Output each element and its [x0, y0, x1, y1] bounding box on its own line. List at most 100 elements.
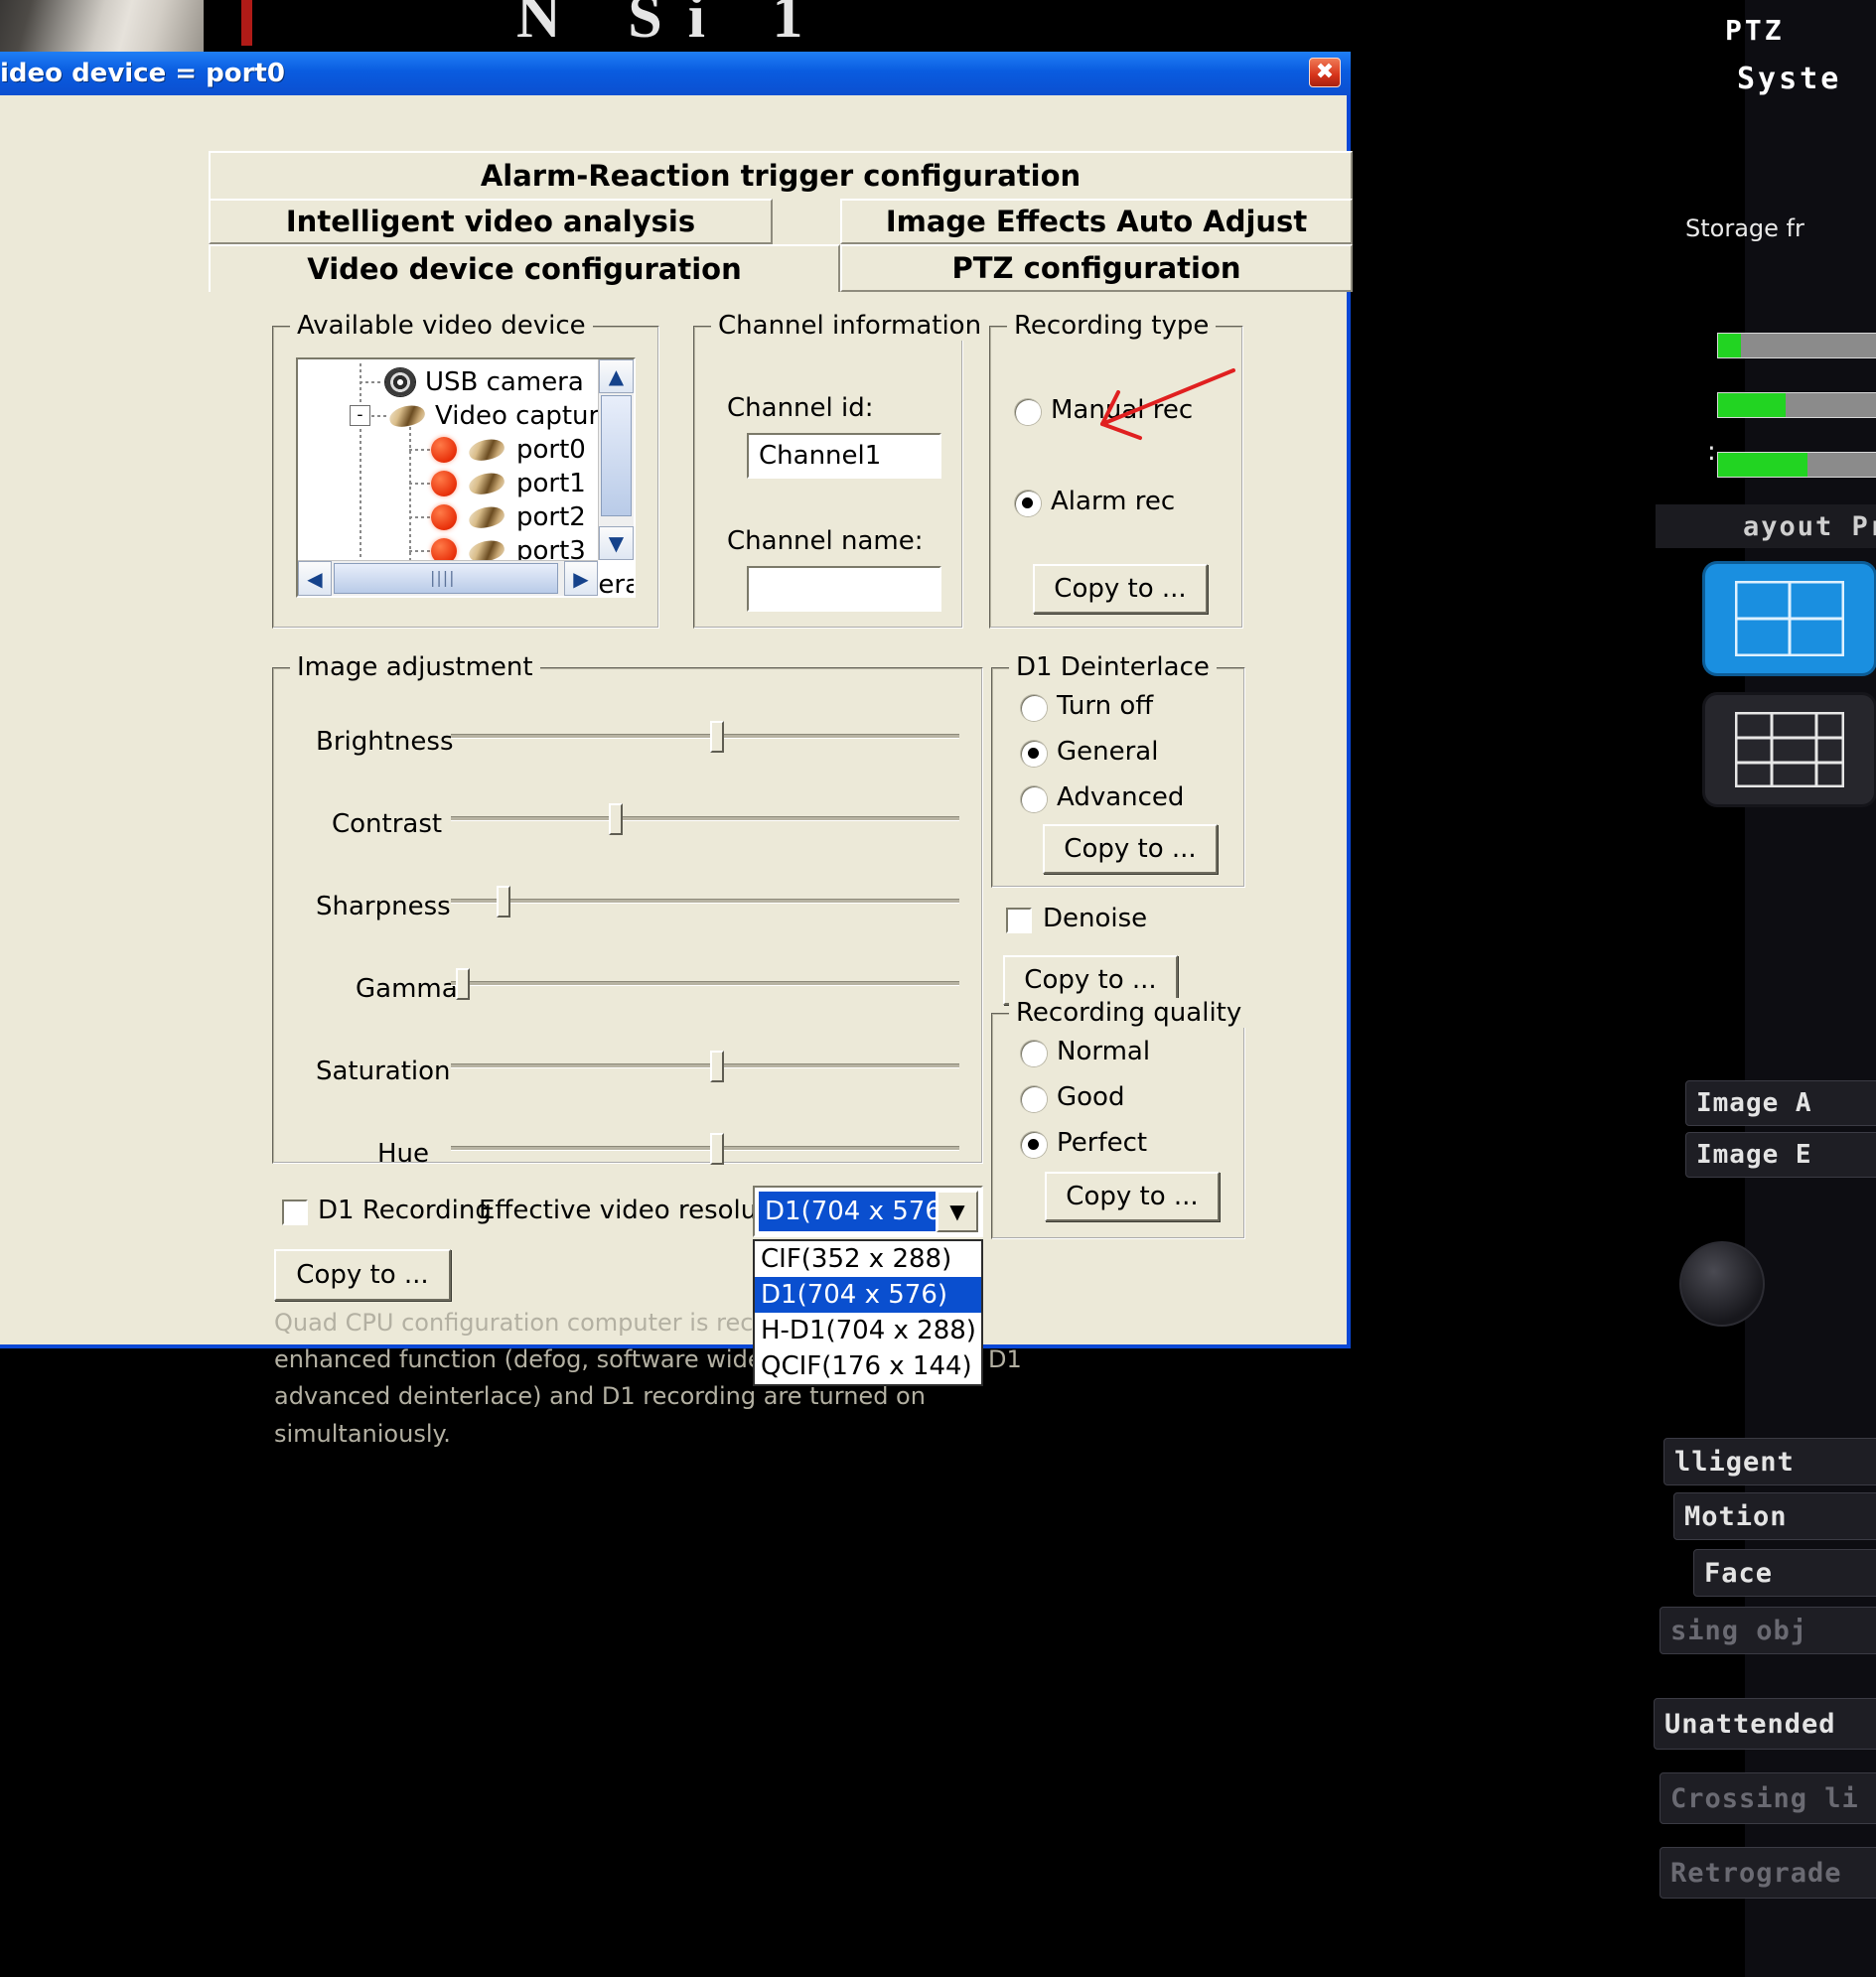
tree-item-label: USB camera: [425, 367, 584, 397]
resolution-dropdown-list[interactable]: CIF(352 x 288) D1(704 x 576) H-D1(704 x …: [753, 1239, 983, 1386]
slider-track: [451, 981, 959, 986]
image-a-item[interactable]: Image A: [1685, 1080, 1876, 1126]
tree-item-port2[interactable]: port2: [431, 500, 586, 534]
tree-item-usb-camera[interactable]: USB camera: [385, 365, 584, 399]
saturation-slider[interactable]: [451, 1047, 959, 1086]
dropdown-option-hd1[interactable]: H-D1(704 x 288): [755, 1313, 981, 1348]
tree-item-port0[interactable]: port0: [431, 433, 586, 467]
perfect-label: Perfect: [1057, 1128, 1148, 1158]
d1-deinterlace-title: D1 Deinterlace: [1009, 652, 1217, 682]
layout-preset-header: ayout Pr: [1656, 504, 1876, 548]
tree-line-capture: [371, 415, 387, 417]
radio-perfect[interactable]: [1021, 1132, 1047, 1158]
resolution-combo[interactable]: D1(704 x 576) ▼: [753, 1186, 983, 1237]
dialog-titlebar[interactable]: ideo device = port0 ✖: [0, 52, 1351, 95]
tree-expander-capture-card[interactable]: -: [350, 405, 370, 426]
close-icon[interactable]: ✖: [1309, 58, 1341, 87]
layout-quad-icon: [1735, 581, 1844, 656]
radio-normal[interactable]: [1021, 1041, 1047, 1066]
slider-thumb[interactable]: [710, 1051, 725, 1082]
radio-advanced[interactable]: [1021, 786, 1047, 812]
retrograde-item[interactable]: Retrograde: [1660, 1847, 1876, 1899]
sharpness-label: Sharpness: [316, 892, 451, 921]
storage-colon-label: :: [1707, 437, 1716, 467]
dropdown-option-qcif[interactable]: QCIF(176 x 144): [755, 1348, 981, 1384]
denoise-checkbox[interactable]: [1006, 908, 1032, 933]
brightness-slider[interactable]: [451, 717, 959, 757]
capture-card-icon: [387, 402, 427, 430]
resolution-combo-value: D1(704 x 576): [759, 1192, 951, 1231]
unattended-item[interactable]: Unattended: [1654, 1698, 1876, 1750]
chevron-right-icon[interactable]: ▶: [564, 561, 598, 596]
layout-quad-button[interactable]: [1705, 564, 1874, 673]
slider-track: [451, 1063, 959, 1068]
d1-recording-label: D1 Recording: [318, 1196, 492, 1225]
layout-mixed-button[interactable]: [1705, 695, 1874, 804]
tab-video-device-configuration[interactable]: Video device configuration: [209, 244, 840, 292]
chevron-down-icon[interactable]: ▼: [599, 526, 634, 560]
slider-track: [451, 1146, 959, 1151]
tree-vertical-scrollbar[interactable]: ▲ ▼: [598, 359, 634, 560]
contrast-slider[interactable]: [451, 799, 959, 839]
radio-general[interactable]: [1021, 741, 1047, 767]
recording-type-copy-to-button[interactable]: Copy to ...: [1033, 564, 1208, 614]
radio-manual-rec[interactable]: [1015, 399, 1041, 425]
sharpness-slider[interactable]: [451, 882, 959, 921]
bottom-copy-to-button[interactable]: Copy to ...: [274, 1249, 451, 1301]
slider-thumb[interactable]: [710, 721, 725, 753]
storage-label: Storage fr: [1685, 214, 1804, 242]
gamma-slider[interactable]: [451, 964, 959, 1004]
tab-image-effects-auto-adjust[interactable]: Image Effects Auto Adjust: [840, 199, 1353, 244]
intelligent-item[interactable]: lligent: [1663, 1438, 1876, 1485]
tree-item-port1[interactable]: port1: [431, 467, 586, 500]
app-logo-text: N Si 1: [516, 0, 829, 51]
image-e-item[interactable]: Image E: [1685, 1132, 1876, 1178]
crossing-line-item[interactable]: Crossing li: [1660, 1772, 1876, 1824]
dropdown-option-cif[interactable]: CIF(352 x 288): [755, 1241, 981, 1277]
d1-recording-checkbox[interactable]: [282, 1200, 308, 1225]
screen: N Si 1 Select Delete elete all e drawn o…: [0, 0, 1876, 1977]
face-item[interactable]: Face: [1693, 1549, 1876, 1597]
brightness-label: Brightness: [316, 727, 454, 757]
weather-cloud-icon: [1679, 1241, 1765, 1327]
slider-thumb[interactable]: [497, 886, 511, 918]
slider-thumb[interactable]: [608, 803, 623, 835]
recording-quality-group: Recording quality Normal Good Perfect Co…: [991, 998, 1249, 1239]
chevron-down-icon[interactable]: ▼: [937, 1191, 978, 1232]
tree-vertical-scroll-thumb[interactable]: [601, 395, 632, 516]
scroll-grip-icon: ||||: [430, 568, 456, 587]
hue-slider[interactable]: [451, 1129, 959, 1169]
tree-horizontal-scrollbar[interactable]: ◀ |||| ▶: [298, 560, 598, 596]
image-adjustment-title: Image adjustment: [290, 652, 540, 682]
tree-horizontal-scroll-thumb[interactable]: ||||: [334, 563, 558, 594]
dropdown-option-d1[interactable]: D1(704 x 576): [755, 1277, 981, 1313]
missing-object-item[interactable]: sing obj: [1660, 1607, 1876, 1654]
chevron-up-icon[interactable]: ▲: [599, 359, 634, 393]
radio-alarm-rec[interactable]: [1015, 491, 1041, 516]
radio-turn-off[interactable]: [1021, 695, 1047, 721]
turn-off-label: Turn off: [1057, 691, 1154, 721]
port-dot-icon: [431, 504, 457, 530]
tree-item-label: port2: [516, 502, 586, 532]
radio-good[interactable]: [1021, 1086, 1047, 1112]
channel-id-input[interactable]: Channel1: [747, 433, 941, 479]
d1-deinterlace-copy-to-button[interactable]: Copy to ...: [1043, 824, 1218, 874]
video-device-tree[interactable]: USB camera - Video capture card port0: [296, 357, 636, 598]
tab-ptz-configuration[interactable]: PTZ configuration: [840, 244, 1353, 292]
storage-bar-1: [1717, 333, 1876, 358]
channel-name-input[interactable]: [747, 566, 941, 612]
slider-thumb[interactable]: [710, 1133, 725, 1165]
tab-alarm-reaction[interactable]: Alarm-Reaction trigger configuration: [209, 151, 1353, 199]
tree-line-port2: [409, 516, 431, 518]
motion-item[interactable]: Motion: [1673, 1492, 1876, 1540]
tree-item-label: port0: [516, 435, 586, 465]
channel-information-group: Channel information Channel id: Channel1…: [693, 311, 989, 629]
storage-bar-2: [1717, 392, 1876, 418]
slider-track: [451, 899, 959, 904]
chevron-left-icon[interactable]: ◀: [298, 561, 332, 596]
recording-quality-copy-to-button[interactable]: Copy to ...: [1045, 1172, 1220, 1221]
layout-mixed-icon: [1735, 712, 1844, 787]
slider-thumb[interactable]: [456, 968, 471, 1000]
tab-intelligent-video-analysis[interactable]: Intelligent video analysis: [209, 199, 773, 244]
storage-bar-2-fill: [1718, 393, 1786, 417]
